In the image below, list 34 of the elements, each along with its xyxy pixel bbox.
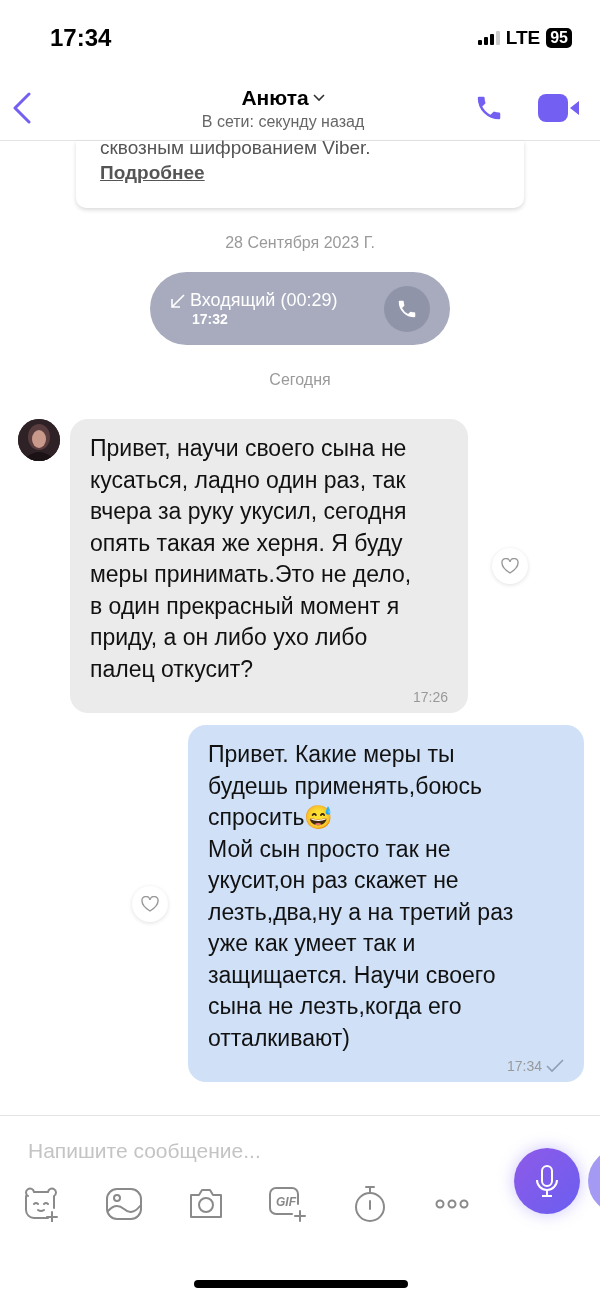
call-time: 17:32 xyxy=(192,311,229,327)
more-icon xyxy=(435,1199,469,1209)
battery-level: 95 xyxy=(546,28,572,48)
camera-icon xyxy=(187,1187,225,1221)
incoming-arrow-icon xyxy=(170,292,186,309)
gif-button[interactable]: GIF xyxy=(268,1184,308,1224)
message-time: 17:34 xyxy=(506,1058,542,1074)
notice-text: сквозным шифрованием Viber. xyxy=(100,136,371,160)
more-link[interactable]: Подробнее xyxy=(100,160,205,186)
microphone-icon xyxy=(534,1164,560,1198)
signal-icon xyxy=(477,31,500,45)
back-icon[interactable] xyxy=(12,92,32,124)
video-camera-icon[interactable] xyxy=(538,93,580,123)
date-separator: Сегодня xyxy=(269,371,331,389)
date-separator: 28 Сентября 2023 Г. xyxy=(225,234,375,252)
call-title: Входящий (00:29) xyxy=(190,290,338,311)
gif-frame-icon xyxy=(268,1186,308,1222)
message-input[interactable]: Напишите сообщение... xyxy=(26,1138,446,1164)
online-status: В сети: секунду назад xyxy=(201,112,365,131)
call-back-button[interactable] xyxy=(384,285,430,332)
like-button[interactable] xyxy=(132,885,168,922)
contact-name[interactable]: Анюта xyxy=(241,85,309,110)
message-text: Привет. Какие меры ты будешь применять,боюсь спросить😅 Мой сын просто так не укусит,он раз скажет не лезть,два,ну а на третий раз уже как умеет так и защищается. Научи своего сына не лезть,когда его отталкивают) xyxy=(208,740,515,1053)
message-text: Привет, научи своего сына не кусаться, ладно один раз, так вчера за руку укусил, сегодня опять такая же херня. Я буду меры принимать.Это не дело, в один прекрасный момент я приду, а он либо ухо либо палец откусит? xyxy=(90,434,413,684)
image-icon xyxy=(105,1187,143,1221)
network-label: LTE xyxy=(505,27,541,49)
microphone-button[interactable] xyxy=(514,1148,580,1214)
message-time: 17:26 xyxy=(412,689,448,705)
contact-avatar[interactable] xyxy=(18,419,60,461)
clock: 17:34 xyxy=(50,24,112,52)
gif-label: GIF xyxy=(276,1195,296,1209)
like-button[interactable] xyxy=(492,548,528,584)
stopwatch-icon xyxy=(353,1185,387,1223)
chevron-down-icon[interactable] xyxy=(312,93,325,102)
